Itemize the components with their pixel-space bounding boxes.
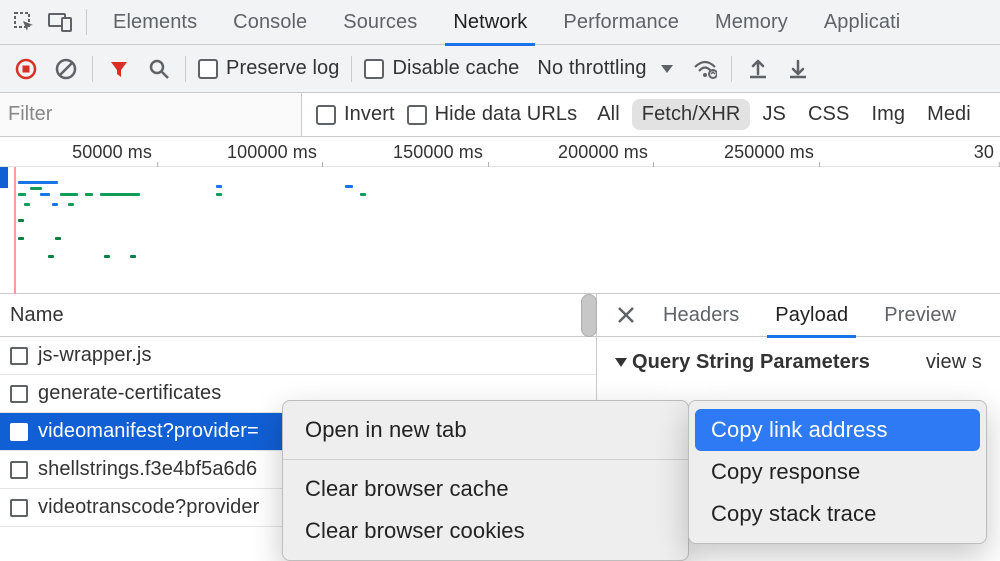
type-filter-css[interactable]: CSS (798, 99, 859, 130)
request-row[interactable]: js-wrapper.js (0, 337, 596, 375)
timeline-selection[interactable] (0, 167, 8, 188)
checkbox-icon (316, 105, 336, 125)
close-detail-button[interactable] (611, 306, 641, 324)
section-title: Query String Parameters (632, 351, 870, 374)
menu-item-copy-stack-trace[interactable]: Copy stack trace (689, 493, 986, 535)
timeline-overview[interactable]: 50000 ms 100000 ms 150000 ms 200000 ms 2… (0, 137, 1000, 294)
chevron-down-icon (661, 65, 673, 73)
detail-tab-strip: Headers Payload Preview (597, 294, 1000, 337)
row-checkbox-icon (10, 499, 28, 517)
tab-application[interactable]: Applicati (806, 0, 919, 45)
timeline-tick: 150000 ms (393, 142, 489, 163)
row-checkbox-icon (10, 461, 28, 479)
checkbox-icon (407, 105, 427, 125)
menu-item-clear-cookies[interactable]: Clear browser cookies (283, 510, 688, 552)
network-toolbar: Preserve log Disable cache No throttling (0, 45, 1000, 93)
request-name: generate-certificates (38, 382, 221, 405)
divider (86, 9, 87, 35)
clear-button[interactable] (52, 55, 80, 83)
divider (731, 56, 732, 82)
timeline-tick: 200000 ms (558, 142, 654, 163)
filter-input[interactable] (0, 93, 302, 136)
column-header-name[interactable]: Name (0, 294, 596, 337)
request-name: videomanifest?provider= (38, 420, 259, 443)
detail-tab-payload[interactable]: Payload (761, 294, 862, 337)
timeline-tick: 50000 ms (72, 142, 158, 163)
disclosure-triangle-icon[interactable] (615, 358, 627, 367)
preserve-log-checkbox[interactable]: Preserve log (198, 57, 339, 80)
payload-section: Query String Parameters view s (597, 337, 1000, 388)
request-name: videotranscode?provider (38, 496, 259, 519)
context-menu: Open in new tab Clear browser cache Clea… (282, 400, 689, 561)
checkbox-icon (198, 59, 218, 79)
scrollbar-thumb[interactable] (581, 294, 597, 337)
row-checkbox-icon (10, 385, 28, 403)
menu-item-clear-cache[interactable]: Clear browser cache (283, 468, 688, 510)
tab-elements[interactable]: Elements (95, 0, 215, 45)
devtools-tab-strip: Elements Console Sources Network Perform… (0, 0, 1000, 45)
export-har-icon[interactable] (744, 55, 772, 83)
checkbox-icon (364, 59, 384, 79)
timeline-waterfall (0, 167, 1000, 294)
tab-network[interactable]: Network (435, 0, 545, 45)
filter-bar: Invert Hide data URLs All Fetch/XHR JS C… (0, 93, 1000, 137)
type-filter-media[interactable]: Medi (917, 99, 981, 130)
row-checkbox-icon (10, 423, 28, 441)
divider (185, 56, 186, 82)
network-conditions-icon[interactable] (691, 55, 719, 83)
timeline-tick: 100000 ms (227, 142, 323, 163)
filter-icon[interactable] (105, 55, 133, 83)
invert-checkbox[interactable]: Invert (316, 103, 395, 126)
throttling-select[interactable]: No throttling (531, 57, 678, 80)
hide-data-urls-label: Hide data URLs (435, 103, 578, 126)
tab-performance[interactable]: Performance (545, 0, 697, 45)
timeline-tick: 250000 ms (724, 142, 820, 163)
hide-data-urls-checkbox[interactable]: Hide data URLs (407, 103, 578, 126)
throttling-value: No throttling (537, 57, 646, 80)
type-filter-all[interactable]: All (587, 99, 630, 130)
row-checkbox-icon (10, 347, 28, 365)
detail-tab-headers[interactable]: Headers (649, 294, 753, 337)
disable-cache-checkbox[interactable]: Disable cache (364, 57, 519, 80)
menu-item-copy-link-address[interactable]: Copy link address (695, 409, 980, 451)
record-button[interactable] (12, 55, 40, 83)
menu-item-open-new-tab[interactable]: Open in new tab (283, 409, 688, 451)
view-source-link[interactable]: view s (926, 351, 982, 374)
timeline-ruler: 50000 ms 100000 ms 150000 ms 200000 ms 2… (0, 137, 1000, 167)
tab-memory[interactable]: Memory (697, 0, 806, 45)
disable-cache-label: Disable cache (392, 57, 519, 80)
divider (351, 56, 352, 82)
inspect-element-icon[interactable] (6, 0, 42, 45)
type-filter-js[interactable]: JS (752, 99, 796, 130)
timeline-load-marker (14, 167, 16, 294)
search-icon[interactable] (145, 55, 173, 83)
tab-sources[interactable]: Sources (325, 0, 435, 45)
menu-item-copy-response[interactable]: Copy response (689, 451, 986, 493)
divider (92, 56, 93, 82)
timeline-tick: 30 (974, 142, 1000, 163)
resource-type-filters: All Fetch/XHR JS CSS Img Medi (587, 99, 981, 130)
invert-label: Invert (344, 103, 395, 126)
type-filter-img[interactable]: Img (861, 99, 915, 130)
device-toolbar-icon[interactable] (42, 0, 78, 45)
tab-console[interactable]: Console (215, 0, 325, 45)
detail-tab-preview[interactable]: Preview (870, 294, 970, 337)
context-submenu-copy: Copy link address Copy response Copy sta… (688, 400, 987, 544)
request-name: shellstrings.f3e4bf5a6d6 (38, 458, 257, 481)
preserve-log-label: Preserve log (226, 57, 339, 80)
request-name: js-wrapper.js (38, 344, 152, 367)
menu-separator (283, 459, 688, 460)
import-har-icon[interactable] (784, 55, 812, 83)
type-filter-xhr[interactable]: Fetch/XHR (632, 99, 751, 130)
